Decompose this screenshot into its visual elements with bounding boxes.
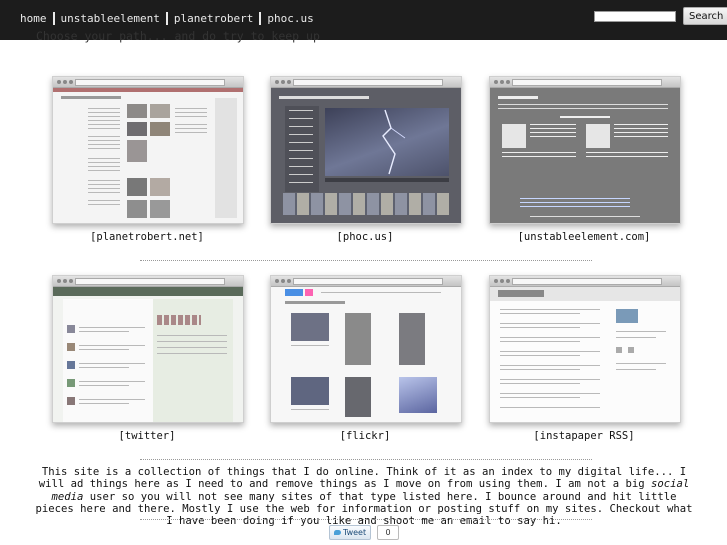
nav-planetrobert-link[interactable]: planetrobert bbox=[174, 12, 253, 25]
browser-chrome bbox=[53, 77, 243, 88]
instapaper-caption[interactable]: [instapaper RSS] bbox=[489, 430, 679, 442]
nav-separator bbox=[165, 12, 168, 25]
thumbnail-preview bbox=[271, 88, 461, 223]
nav-unstableelement-link[interactable]: unstableelement bbox=[61, 12, 160, 25]
planetrobert-thumbnail[interactable] bbox=[52, 76, 244, 224]
instapaper-thumbnail[interactable] bbox=[489, 275, 681, 423]
twitter-caption[interactable]: [twitter] bbox=[52, 430, 242, 442]
twitter-bird-icon bbox=[334, 530, 341, 535]
thumbnail-preview bbox=[271, 287, 461, 422]
browser-chrome bbox=[271, 77, 461, 88]
nav-home-link[interactable]: home bbox=[20, 12, 47, 25]
unstableelement-caption[interactable]: [unstableelement.com] bbox=[489, 231, 679, 243]
tweet-widget: Tweet 0 bbox=[329, 525, 400, 540]
flickr-caption[interactable]: [flickr] bbox=[270, 430, 460, 442]
flickr-thumbnail[interactable] bbox=[270, 275, 462, 423]
divider bbox=[140, 260, 592, 261]
search-form: Search bbox=[594, 7, 727, 25]
search-input[interactable] bbox=[594, 10, 676, 22]
twitter-thumbnail[interactable] bbox=[52, 275, 244, 423]
thumbnail-preview bbox=[53, 88, 243, 223]
nav-phocus-link[interactable]: phoc.us bbox=[267, 12, 313, 25]
nav-separator bbox=[259, 12, 262, 25]
browser-chrome bbox=[271, 276, 461, 287]
divider bbox=[140, 459, 592, 460]
search-button[interactable]: Search bbox=[683, 7, 727, 25]
phocus-caption[interactable]: [phoc.us] bbox=[270, 231, 460, 243]
thumbnail-preview bbox=[490, 287, 680, 422]
tweet-button-label: Tweet bbox=[343, 528, 367, 537]
phocus-thumbnail[interactable] bbox=[270, 76, 462, 224]
browser-chrome bbox=[53, 276, 243, 287]
about-text-part1: This site is a collection of things that… bbox=[38, 466, 687, 491]
main-nav: home unstableelement planetrobert phoc.u… bbox=[20, 12, 314, 25]
browser-chrome bbox=[490, 276, 680, 287]
about-text-part2: user so you will not see many sites of t… bbox=[35, 490, 693, 528]
thumbnail-preview bbox=[490, 88, 680, 223]
tweet-count: 0 bbox=[377, 525, 400, 540]
divider bbox=[140, 519, 592, 520]
browser-chrome bbox=[490, 77, 680, 88]
tweet-button[interactable]: Tweet bbox=[329, 525, 372, 540]
thumbnail-preview bbox=[53, 287, 243, 422]
planetrobert-caption[interactable]: [planetrobert.net] bbox=[52, 231, 242, 243]
tagline: Choose your path... and do try to keep u… bbox=[36, 29, 320, 43]
unstableelement-thumbnail[interactable] bbox=[489, 76, 681, 224]
nav-separator bbox=[52, 12, 55, 25]
